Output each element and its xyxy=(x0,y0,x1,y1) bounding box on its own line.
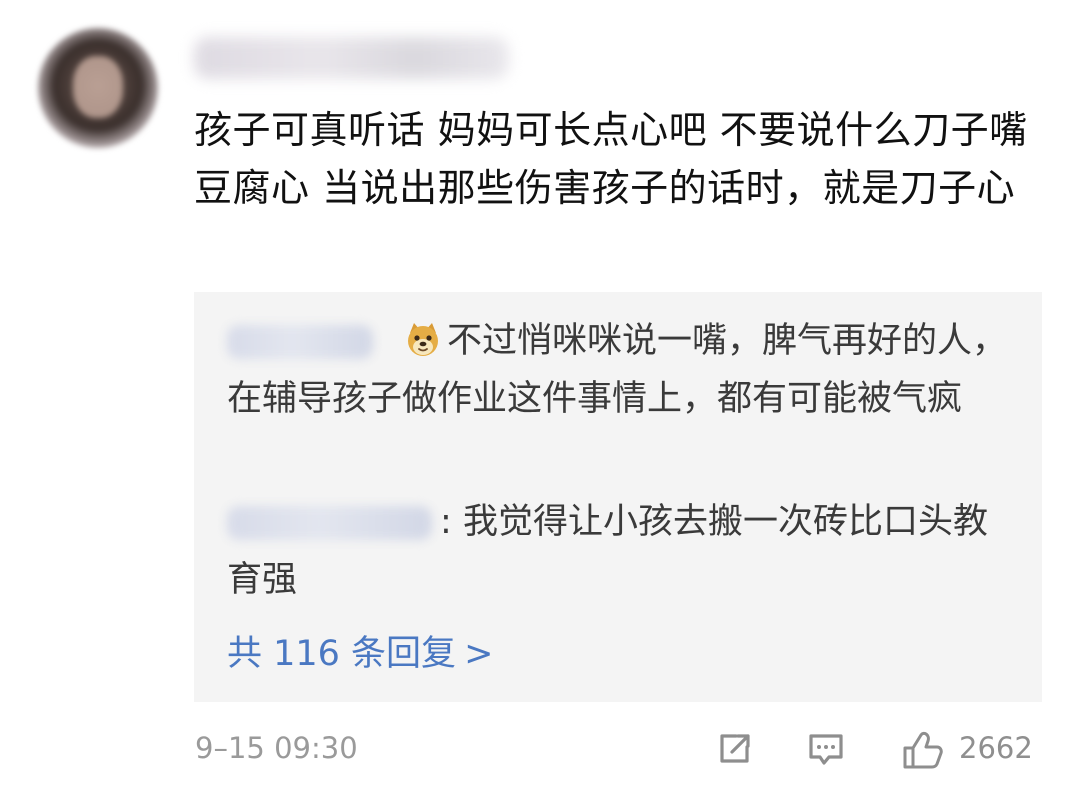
avatar-face xyxy=(73,56,123,118)
blurred-username[interactable] xyxy=(194,37,509,79)
reply-separator: : xyxy=(440,502,452,542)
thumbs-up-icon xyxy=(903,731,943,769)
like-count: 2662 xyxy=(959,731,1033,765)
blurred-reply-author[interactable] xyxy=(227,506,432,540)
doge-emoji xyxy=(403,320,443,360)
like-button[interactable]: 2662 xyxy=(899,727,1044,771)
reply-item[interactable]: 不过悄咪咪说一嘴，脾气再好的人，在辅导孩子做作业这件事情上，都有可能被气疯 xyxy=(227,312,1017,428)
share-icon xyxy=(720,734,750,763)
comment-text: 孩子可真听话 妈妈可长点心吧 不要说什么刀子嘴 豆腐心 当说出那些伤害孩子的话时… xyxy=(194,108,1028,210)
comment-icon xyxy=(809,734,843,765)
chevron-right-icon: > xyxy=(464,634,494,674)
comment-actions: 2662 xyxy=(714,727,1044,771)
share-button[interactable] xyxy=(714,727,756,771)
avatar[interactable] xyxy=(38,28,158,148)
reply-preview-box[interactable]: 不过悄咪咪说一嘴，脾气再好的人，在辅导孩子做作业这件事情上，都有可能被气疯 : … xyxy=(194,292,1042,702)
more-replies-link[interactable]: 共 116 条回复 > xyxy=(227,632,493,676)
reply-item[interactable]: : 我觉得让小孩去搬一次砖比口头教育强 xyxy=(227,493,1017,609)
blurred-reply-author[interactable] xyxy=(227,325,373,359)
comment-button[interactable] xyxy=(805,727,847,771)
comment-timestamp: 9–15 09:30 xyxy=(195,731,358,765)
more-replies-label: 共 116 条回复 xyxy=(227,634,457,674)
